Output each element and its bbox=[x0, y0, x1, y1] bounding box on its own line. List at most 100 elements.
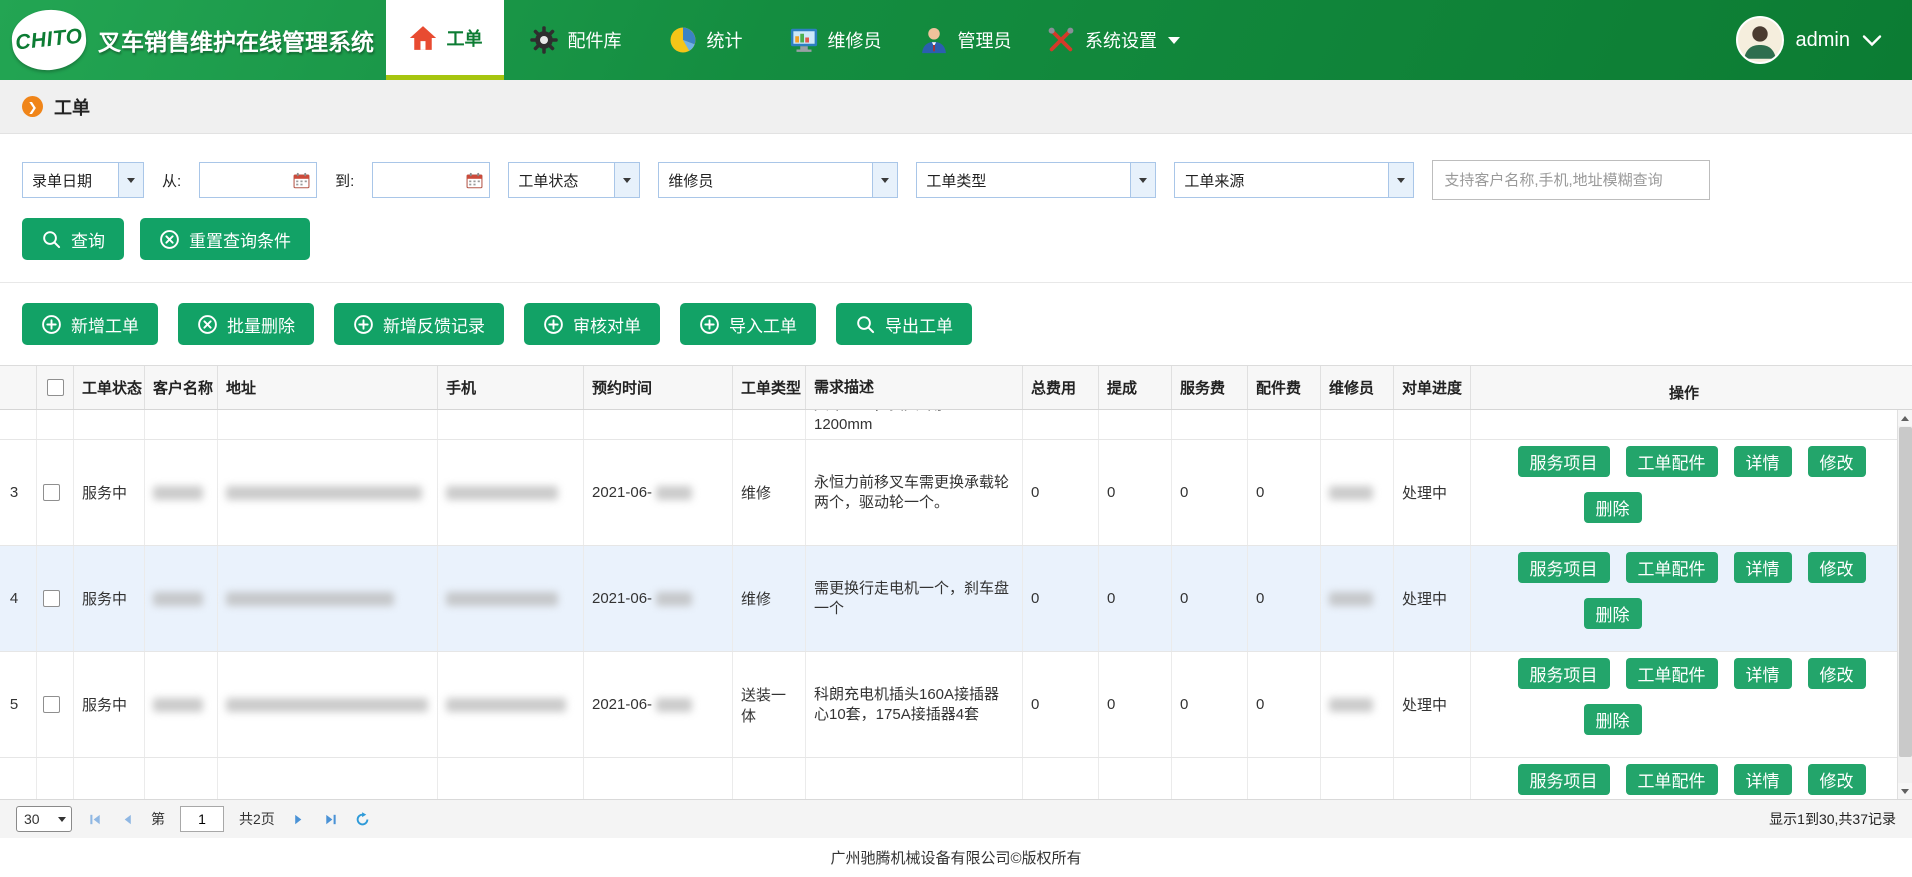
export-orders-button[interactable]: 导出工单 bbox=[836, 303, 972, 345]
technician bbox=[1321, 546, 1394, 651]
nav-item-statistics[interactable]: 统计 bbox=[646, 0, 764, 80]
combo-arrow-icon bbox=[118, 163, 143, 197]
service-fee: 0 bbox=[1172, 440, 1248, 545]
nav-item-parts[interactable]: 配件库 bbox=[516, 0, 634, 80]
service-fee: 0 bbox=[1172, 652, 1248, 757]
delete-button[interactable]: 删除 bbox=[1584, 704, 1642, 735]
edit-button[interactable]: 修改 bbox=[1808, 552, 1866, 583]
progress: 处理中 bbox=[1394, 546, 1471, 651]
technician-select[interactable]: 维修员 bbox=[658, 162, 898, 198]
nav-item-workorders[interactable]: 工单 bbox=[386, 0, 504, 80]
search-button[interactable]: 查询 bbox=[22, 218, 124, 260]
brand-logo: CHITO bbox=[9, 6, 89, 73]
keyword-search-input[interactable] bbox=[1432, 160, 1710, 200]
date-type-select[interactable]: 录单日期 bbox=[22, 162, 144, 198]
edit-button[interactable]: 修改 bbox=[1808, 446, 1866, 477]
row-checkbox[interactable] bbox=[43, 484, 60, 501]
monitor-icon bbox=[789, 25, 819, 55]
order-source-select[interactable]: 工单来源 bbox=[1174, 162, 1414, 198]
row-number: 5 bbox=[0, 652, 37, 757]
col-header-technician: 维修员 bbox=[1321, 366, 1394, 409]
redacted-text bbox=[1329, 592, 1373, 606]
date-to-input[interactable] bbox=[372, 162, 490, 198]
page-size-select[interactable]: 30 bbox=[16, 806, 72, 832]
scroll-up-arrow[interactable] bbox=[1898, 410, 1912, 426]
service-items-button[interactable]: 服务项目 bbox=[1518, 764, 1610, 795]
date-from-input[interactable] bbox=[199, 162, 317, 198]
nav-item-system-settings[interactable]: 系统设置 bbox=[1036, 0, 1190, 80]
batch-delete-button[interactable]: 批量删除 bbox=[178, 303, 314, 345]
refresh-button[interactable] bbox=[354, 811, 371, 828]
phone bbox=[438, 440, 584, 545]
prev-page-button[interactable] bbox=[119, 811, 136, 828]
service-items-button[interactable]: 服务项目 bbox=[1518, 552, 1610, 583]
nav-label: 统计 bbox=[707, 27, 743, 53]
gear-icon bbox=[529, 25, 559, 55]
batch-delete-label: 批量删除 bbox=[227, 312, 295, 337]
appointment-time: 2021-06- bbox=[584, 546, 733, 651]
col-header-description: 需求描述 bbox=[806, 366, 1023, 409]
details-button[interactable]: 详情 bbox=[1734, 446, 1792, 477]
import-orders-button[interactable]: 导入工单 bbox=[680, 303, 816, 345]
combo-arrow-icon bbox=[1130, 163, 1155, 197]
order-parts-button[interactable]: 工单配件 bbox=[1626, 446, 1718, 477]
delete-button[interactable]: 删除 bbox=[1584, 492, 1642, 523]
row-checkbox[interactable] bbox=[43, 590, 60, 607]
parts-fee: 0 bbox=[1248, 546, 1321, 651]
nav-item-technicians[interactable]: 维修员 bbox=[776, 0, 894, 80]
customer-name bbox=[145, 440, 218, 545]
last-page-button[interactable] bbox=[322, 811, 339, 828]
total-pages-label: 共2页 bbox=[239, 809, 275, 829]
refresh-icon bbox=[355, 812, 370, 827]
footer: 广州驰腾机械设备有限公司©版权所有 bbox=[0, 838, 1912, 877]
plus-circle-icon bbox=[353, 314, 374, 335]
delete-button[interactable]: 删除 bbox=[1584, 598, 1642, 629]
edit-button[interactable]: 修改 bbox=[1808, 658, 1866, 689]
next-page-button[interactable] bbox=[290, 811, 307, 828]
page-size-value: 30 bbox=[24, 811, 40, 827]
combo-arrow-icon bbox=[872, 163, 897, 197]
reset-button[interactable]: 重置查询条件 bbox=[140, 218, 310, 260]
first-page-button[interactable] bbox=[87, 811, 104, 828]
address bbox=[218, 440, 438, 545]
nav-item-administrators[interactable]: 管理员 bbox=[906, 0, 1024, 80]
row-checkbox[interactable] bbox=[43, 696, 60, 713]
progress: 处理中 bbox=[1394, 440, 1471, 545]
parts-fee: 0 bbox=[1248, 652, 1321, 757]
order-type: 维修 bbox=[733, 440, 806, 545]
query-button-row: 查询 重置查询条件 bbox=[22, 218, 1890, 260]
order-parts-button[interactable]: 工单配件 bbox=[1626, 552, 1718, 583]
service-items-button[interactable]: 服务项目 bbox=[1518, 658, 1610, 689]
total-fee: 0 bbox=[1023, 440, 1099, 545]
last-page-icon bbox=[323, 812, 338, 827]
details-button[interactable]: 详情 bbox=[1734, 764, 1792, 795]
redacted-text bbox=[656, 592, 692, 606]
select-all-checkbox[interactable] bbox=[47, 379, 64, 396]
filter-row: 录单日期 从: 到: 工单状态 维修员 工单类型 工单来源 bbox=[22, 160, 1890, 200]
scrollbar-thumb[interactable] bbox=[1899, 427, 1912, 757]
appointment-time: 2021-06- bbox=[584, 440, 733, 545]
order-parts-button[interactable]: 工单配件 bbox=[1626, 658, 1718, 689]
table-row-partial-top: 叉车……，货叉1副 1200mm bbox=[0, 410, 1912, 440]
add-feedback-button[interactable]: 新增反馈记录 bbox=[334, 303, 504, 345]
import-orders-label: 导入工单 bbox=[729, 312, 797, 337]
page-label: 第 bbox=[151, 809, 165, 829]
order-type-select[interactable]: 工单类型 bbox=[916, 162, 1156, 198]
plus-circle-icon bbox=[699, 314, 720, 335]
audit-order-button[interactable]: 审核对单 bbox=[524, 303, 660, 345]
service-items-button[interactable]: 服务项目 bbox=[1518, 446, 1610, 477]
operations-cell: 服务项目 工单配件 详情 修改 删除 bbox=[1471, 652, 1912, 757]
details-button[interactable]: 详情 bbox=[1734, 552, 1792, 583]
vertical-scrollbar[interactable] bbox=[1897, 410, 1912, 799]
page-number-input[interactable] bbox=[180, 806, 224, 832]
add-order-button[interactable]: 新增工单 bbox=[22, 303, 158, 345]
nav-label: 维修员 bbox=[828, 27, 882, 53]
details-button[interactable]: 详情 bbox=[1734, 658, 1792, 689]
user-menu[interactable]: admin bbox=[1736, 0, 1912, 80]
scroll-down-arrow[interactable] bbox=[1898, 783, 1912, 799]
order-parts-button[interactable]: 工单配件 bbox=[1626, 764, 1718, 795]
order-status-select[interactable]: 工单状态 bbox=[508, 162, 640, 198]
edit-button[interactable]: 修改 bbox=[1808, 764, 1866, 795]
redacted-text bbox=[153, 698, 203, 712]
order-status: 服务中 bbox=[74, 546, 145, 651]
